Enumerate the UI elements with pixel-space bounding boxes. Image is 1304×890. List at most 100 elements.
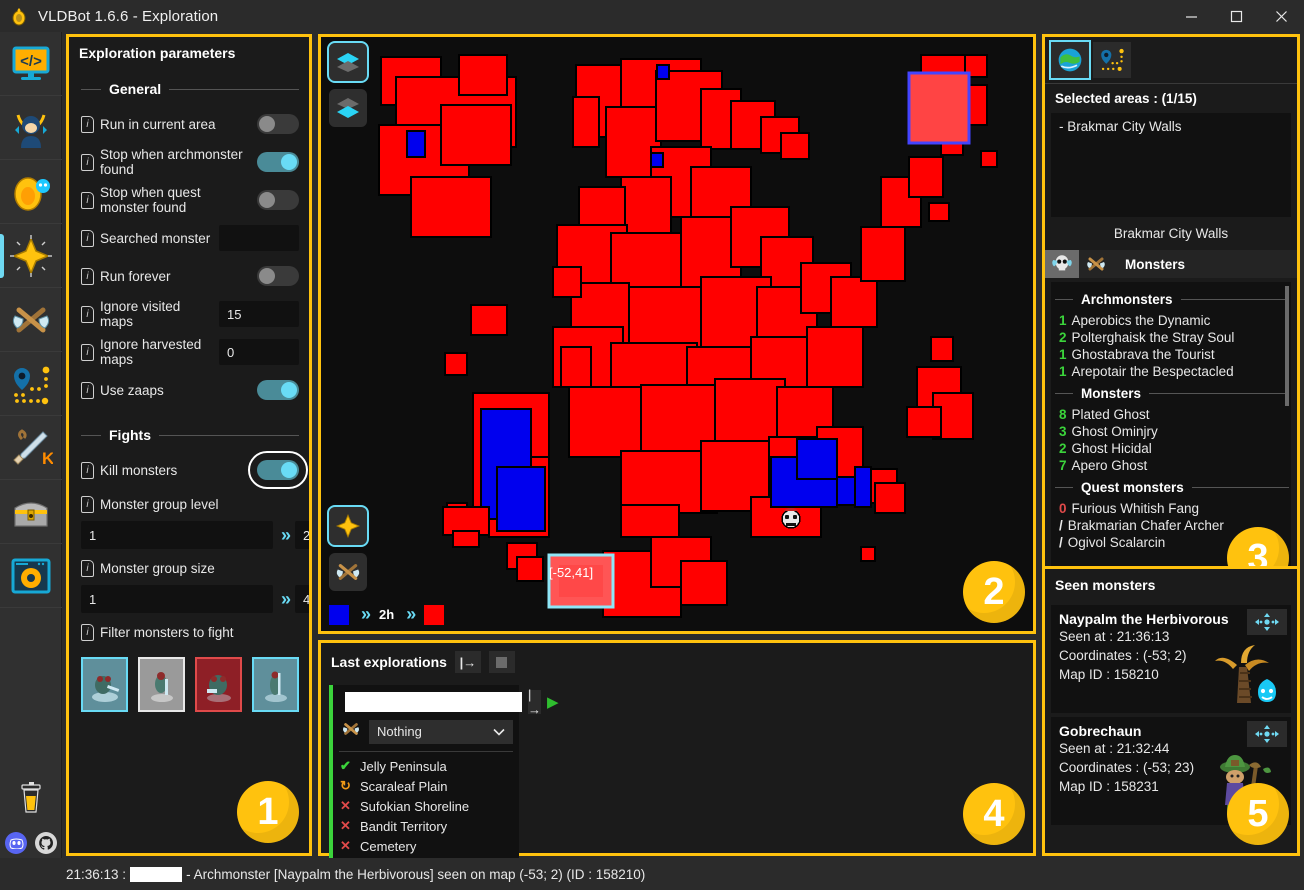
monster-count: /: [1059, 535, 1063, 550]
info-icon[interactable]: i: [81, 623, 94, 641]
list-item[interactable]: ✕ Sufokian Shoreline: [339, 796, 513, 816]
move-icon[interactable]: [1247, 721, 1287, 747]
info-icon[interactable]: i: [81, 381, 94, 399]
chest-icon: [9, 490, 53, 534]
stop-icon[interactable]: [488, 651, 515, 673]
toggle-stop-when-archmonster-found[interactable]: [257, 152, 299, 172]
sidebar-item-paths[interactable]: [0, 352, 62, 416]
group-level-min-input[interactable]: [81, 521, 273, 549]
close-button[interactable]: [1259, 0, 1304, 32]
goto-icon[interactable]: |→: [528, 687, 541, 717]
window-controls: [1169, 0, 1304, 32]
row-label: Searched monster: [100, 230, 211, 246]
goto-icon[interactable]: |→: [454, 651, 481, 673]
sword-k-icon: K: [9, 426, 55, 470]
group-size-min-input[interactable]: [81, 585, 273, 613]
info-icon[interactable]: i: [81, 267, 94, 285]
monster-name: Ogivol Scalarcin: [1067, 535, 1166, 550]
info-icon[interactable]: i: [81, 153, 94, 171]
group-size-max-input[interactable]: [295, 585, 309, 613]
monster-name: Aperobics the Dynamic: [1071, 313, 1211, 328]
map-mode-exploration-button[interactable]: [327, 505, 369, 547]
skull-icon: [1052, 255, 1072, 271]
info-icon[interactable]: i: [81, 305, 94, 323]
world-map-panel[interactable]: [-52,41] » 2h » 2: [318, 34, 1036, 634]
scrollbar[interactable]: [1285, 286, 1289, 406]
sidebar-item-kolizeum[interactable]: K: [0, 416, 62, 480]
sidebar-item-pets[interactable]: [0, 160, 62, 224]
tab-monsters-fights[interactable]: [1079, 250, 1113, 278]
sidebar-item-inventory[interactable]: [0, 480, 62, 544]
monster-row: 2 Polterghaisk the Stray Soul: [1055, 329, 1289, 346]
legend-to-color-swatch: [424, 604, 445, 625]
sidebar-item-donate[interactable]: [0, 782, 62, 816]
sidebar-item-character[interactable]: [0, 96, 62, 160]
list-item-label: Sufokian Shoreline: [360, 798, 470, 814]
row-label: Stop when archmonster found: [100, 147, 243, 177]
toggle-stop-when-quest-monster-found[interactable]: [257, 190, 299, 210]
monster-name: Apero Ghost: [1071, 458, 1148, 473]
character-name-input[interactable]: [345, 692, 522, 712]
last-explorations-panel: Last explorations |→ |→ ▶ Nothing ✔ Jell…: [318, 640, 1036, 860]
monster-name: Ghostabrava the Tourist: [1071, 347, 1215, 362]
axes-icon: [339, 719, 363, 744]
ignore-visited-maps-input[interactable]: [219, 301, 299, 327]
sidebar-item-exploration[interactable]: [0, 224, 62, 288]
searched-monster-input[interactable]: [219, 225, 299, 251]
exploration-parameters-panel: Exploration parameters General i Run in …: [66, 34, 312, 856]
info-icon[interactable]: i: [81, 559, 94, 577]
chevron-down-icon: [493, 724, 505, 739]
monster-filter-card[interactable]: [138, 657, 185, 712]
tab-paths[interactable]: [1093, 42, 1131, 78]
map-coordinate-label: [-52,41]: [549, 565, 594, 580]
map-layer-bottom-button[interactable]: [329, 89, 367, 127]
info-icon[interactable]: i: [81, 229, 94, 247]
toggle-run-forever[interactable]: [257, 266, 299, 286]
sidebar-item-fights[interactable]: [0, 288, 62, 352]
monster-name: Ghost Hicidal: [1071, 441, 1152, 456]
info-icon[interactable]: i: [81, 343, 94, 361]
layer-top-icon: [337, 53, 359, 72]
info-icon[interactable]: i: [81, 461, 94, 479]
toggle-kill-monsters[interactable]: [248, 451, 308, 489]
tab-monsters-skull[interactable]: [1045, 250, 1079, 278]
monster-filter-card[interactable]: [195, 657, 242, 712]
info-icon[interactable]: i: [81, 115, 94, 133]
monster-filter-card[interactable]: [81, 657, 128, 712]
selected-areas-header: Selected areas : (1/15): [1045, 83, 1297, 113]
discord-icon[interactable]: [5, 832, 27, 854]
map-mode-fights-button[interactable]: [329, 553, 367, 591]
monster-name: Brakmarian Chafer Archer: [1067, 518, 1224, 533]
list-item[interactable]: ✕ Cemetery: [339, 836, 513, 856]
move-icon[interactable]: [1247, 609, 1287, 635]
toggle-run-in-current-area[interactable]: [257, 114, 299, 134]
seen-monsters-panel: Seen monsters Naypalm the Herbivorous Se…: [1042, 566, 1300, 856]
exploration-target-select[interactable]: Nothing: [369, 719, 513, 744]
list-item[interactable]: ✕ Bandit Territory: [339, 816, 513, 836]
info-icon[interactable]: i: [81, 495, 94, 513]
monster-row: 7 Apero Ghost: [1055, 457, 1289, 474]
minimize-button[interactable]: [1169, 0, 1214, 32]
sidebar-item-code[interactable]: </>: [0, 32, 62, 96]
monster-filter-card[interactable]: [252, 657, 299, 712]
tab-world-map[interactable]: [1049, 40, 1091, 80]
list-item[interactable]: ↻ Scaraleaf Plain: [339, 776, 513, 796]
play-icon[interactable]: ▶: [547, 690, 559, 714]
list-item[interactable]: ✔ Jelly Peninsula: [339, 756, 513, 776]
toggle-use-zaaps[interactable]: [257, 380, 299, 400]
chevron-right-icon: »: [406, 604, 416, 624]
maximize-button[interactable]: [1214, 0, 1259, 32]
info-icon[interactable]: i: [81, 191, 94, 209]
group-level-max-input[interactable]: [295, 521, 309, 549]
map-canvas[interactable]: [-52,41] » 2h »: [321, 37, 1033, 631]
ignore-harvested-maps-input[interactable]: [219, 339, 299, 365]
list-item: - Brakmar City Walls: [1059, 119, 1182, 134]
seen-monster-card[interactable]: Naypalm the Herbivorous Seen at : 21:36:…: [1051, 605, 1291, 713]
monster-filter-grid: [81, 657, 299, 712]
row-label: Run in current area: [100, 116, 216, 132]
selected-areas-list[interactable]: - Brakmar City Walls: [1051, 113, 1291, 217]
divider-right: [169, 88, 299, 90]
github-icon[interactable]: [35, 832, 57, 854]
map-layer-top-button[interactable]: [327, 41, 369, 83]
sidebar-item-settings[interactable]: [0, 544, 62, 608]
